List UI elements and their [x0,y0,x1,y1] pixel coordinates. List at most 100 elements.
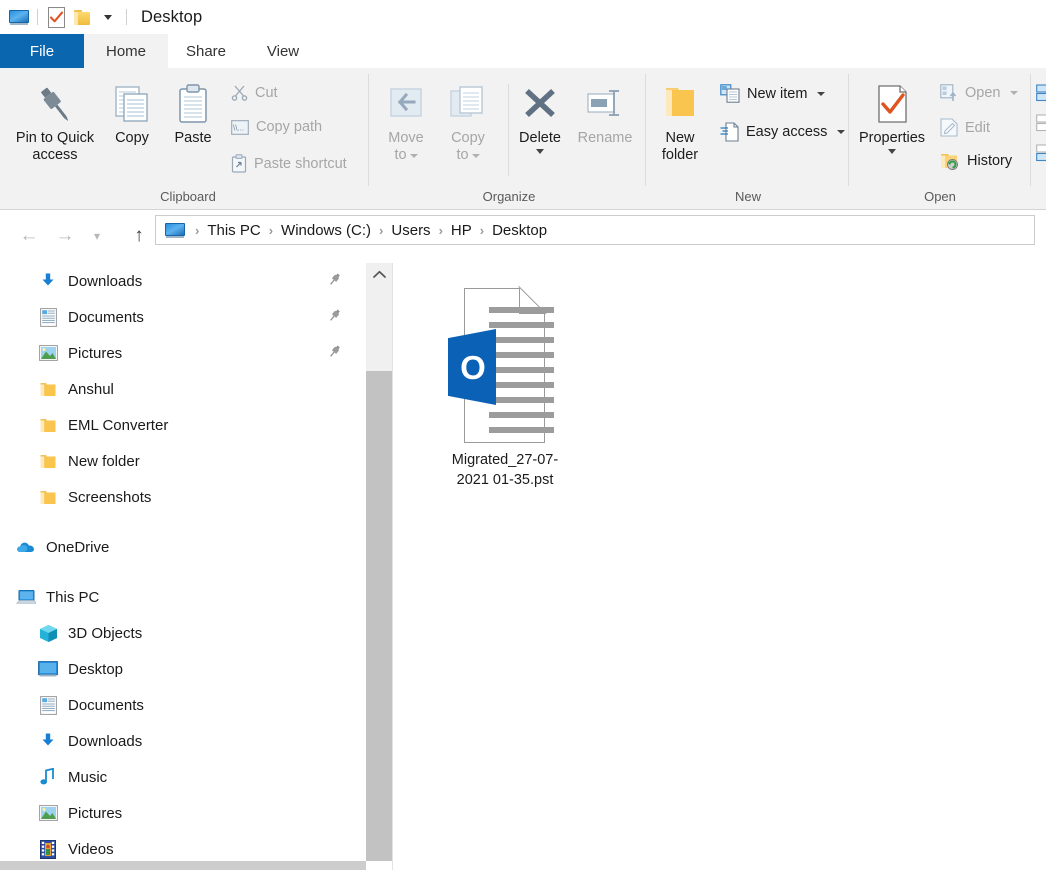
group-separator-open [1030,74,1031,186]
back-button[interactable]: ← [16,223,42,249]
scrollbar-thumb[interactable] [0,861,366,870]
copy-button[interactable]: Copy [105,82,159,147]
breadcrumb-separator: › [479,222,485,238]
sidebar-item-pictures[interactable]: Pictures [0,795,366,831]
edit-button[interactable]: Edit [940,118,990,137]
copy-to-label-2: to [456,147,469,164]
pin-icon[interactable] [327,344,342,363]
sidebar-item-pictures-qa[interactable]: Pictures [0,335,366,371]
sidebar-item-screenshots[interactable]: Screenshots [0,479,366,515]
breadcrumb-this-pc[interactable]: This PC [207,222,260,239]
history-button[interactable]: History [940,152,1012,170]
paste-shortcut-button[interactable]: Paste shortcut [231,154,347,173]
folder-icon [38,379,58,399]
qat-customize-dropdown[interactable] [95,4,121,30]
sidebar-label: Music [68,768,108,786]
sidebar-label: This PC [46,588,100,606]
file-list-view[interactable]: O Migrated_27-07-2021 01-35.pst [393,263,1046,870]
chevron-down-icon [888,149,896,155]
recent-locations-button[interactable]: ▾ [84,223,110,249]
breadcrumb-address-bar[interactable]: › This PC › Windows (C:) › Users › HP › … [155,215,1035,245]
this-pc-icon [16,587,36,607]
chevron-down-icon [1010,91,1019,95]
rename-label: Rename [577,130,633,146]
breadcrumb-hp[interactable]: HP [451,222,472,239]
group-label-clipboard: Clipboard [160,189,216,204]
breadcrumb-windows-c[interactable]: Windows (C:) [281,222,371,239]
navigation-pane-horizontal-scrollbar[interactable] [0,861,366,870]
delete-label: Delete [519,130,561,146]
move-to-label-2: to [394,147,407,164]
move-to-button[interactable]: Move to [378,82,434,164]
easy-access-button[interactable]: Easy access [720,122,846,142]
sidebar-item-documents[interactable]: Documents [0,687,366,723]
sidebar-item-3d-objects[interactable]: 3D Objects [0,615,366,651]
delete-button[interactable]: Delete [512,82,568,155]
tab-file[interactable]: File [0,34,84,68]
breadcrumb-users[interactable]: Users [391,222,430,239]
copy-path-button[interactable]: \\... Copy path [231,119,322,135]
folder-icon [38,451,58,471]
up-button[interactable]: ↑ [126,223,152,249]
new-folder-icon [73,9,91,25]
scroll-up-button[interactable] [366,263,392,285]
paste-label: Paste [174,130,212,146]
file-item[interactable]: O Migrated_27-07-2021 01-35.pst [442,283,568,490]
sidebar-item-videos[interactable]: Videos [0,831,366,861]
pin-icon[interactable] [327,308,342,327]
pin-icon[interactable] [327,272,342,291]
sidebar-item-anshul[interactable]: Anshul [0,371,366,407]
sidebar-item-downloads-qa[interactable]: Downloads [0,263,366,299]
new-item-button[interactable]: New item [720,84,826,103]
qat-properties-icon[interactable] [43,4,69,30]
sidebar-label: Anshul [68,380,114,398]
address-desktop-icon [165,222,185,238]
outlook-pst-icon: O [448,283,562,443]
group-label-new: New [734,189,761,204]
move-to-icon [384,82,428,126]
copy-to-button[interactable]: Copy to [440,82,496,164]
sidebar-item-desktop[interactable]: Desktop [0,651,366,687]
rename-button[interactable]: Rename [572,82,638,147]
sidebar-item-eml-converter[interactable]: EML Converter [0,407,366,443]
sidebar-label: Pictures [68,344,123,362]
cut-button[interactable]: Cut [231,84,278,101]
file-explorer-window: Desktop File Home Share View Pin to Quic… [0,0,1046,870]
pin-to-quick-access-button[interactable]: Pin to Quick access [8,82,102,164]
scrollbar-thumb[interactable] [366,371,392,861]
forward-button[interactable]: → [52,223,78,249]
open-button[interactable]: Open [940,84,1019,102]
sidebar-item-downloads[interactable]: Downloads [0,723,366,759]
checkmark-icon [49,11,63,22]
ribbon-tab-strip: File Home Share View [0,34,1046,68]
outlook-letter: O [460,348,486,386]
tab-view[interactable]: View [244,34,322,68]
sidebar-item-onedrive[interactable]: OneDrive [0,529,366,565]
qat-desktop-icon[interactable] [6,4,32,30]
tab-share[interactable]: Share [168,34,244,68]
sidebar-item-music[interactable]: Music [0,759,366,795]
group-separator-new [848,74,849,186]
navigation-pane-vertical-scrollbar[interactable] [366,263,392,861]
sidebar-item-new-folder[interactable]: New folder [0,443,366,479]
copy-path-label: Copy path [256,119,323,135]
sidebar-item-documents-qa[interactable]: Documents [0,299,366,335]
new-folder-icon [658,82,702,126]
sidebar-item-this-pc[interactable]: This PC [0,579,366,615]
pin-icon [33,82,77,126]
new-folder-button[interactable]: New folder [652,82,708,164]
quick-access-toolbar [6,4,132,30]
breadcrumb-separator: › [438,222,443,238]
copy-path-icon: \\... [231,119,249,135]
sidebar-label: Screenshots [68,488,152,506]
breadcrumb-desktop[interactable]: Desktop [492,222,547,239]
select-group-clipped[interactable] [1036,84,1046,181]
properties-button[interactable]: Properties [852,82,932,155]
chevron-down-icon [817,91,826,96]
sidebar-label: EML Converter [68,416,169,434]
tab-home[interactable]: Home [84,34,168,68]
qat-new-folder-icon[interactable] [69,4,95,30]
organize-inner-separator [508,84,509,176]
paste-button[interactable]: Paste [166,82,220,147]
